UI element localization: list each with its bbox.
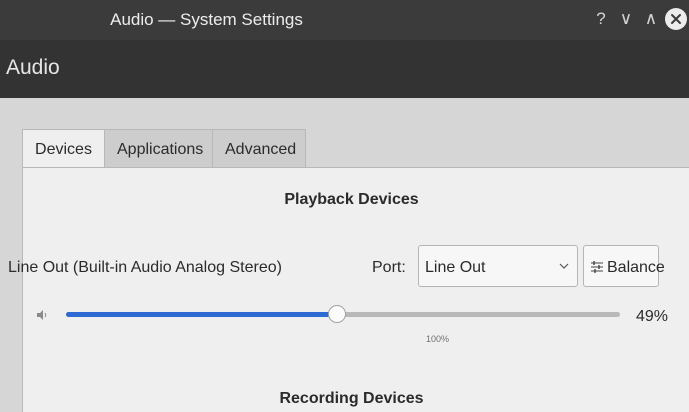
- page-header: Audio: [0, 40, 689, 98]
- playback-device-name: Line Out (Built-in Audio Analog Stereo): [8, 259, 282, 276]
- tab-bar: Devices Applications Advanced: [22, 129, 306, 169]
- playback-devices-heading: Playback Devices: [284, 191, 419, 208]
- recording-devices-heading: Recording Devices: [279, 390, 424, 407]
- sliders-icon: [591, 261, 603, 273]
- tab-devices[interactable]: Devices: [22, 129, 105, 169]
- close-button[interactable]: [665, 8, 687, 30]
- tab-advanced[interactable]: Advanced: [213, 129, 306, 168]
- playback-volume-slider[interactable]: [66, 303, 620, 325]
- slider-handle[interactable]: [328, 305, 346, 323]
- speaker-volume-icon[interactable]: [36, 308, 50, 322]
- close-icon: [671, 14, 681, 24]
- volume-100-mark: 100%: [426, 334, 450, 344]
- window-title: Audio — System Settings: [110, 10, 303, 29]
- page-title: Audio: [6, 56, 60, 79]
- balance-button-label: Balance: [607, 259, 665, 276]
- chevron-down-icon: [559, 263, 569, 269]
- maximize-button[interactable]: ∧: [641, 9, 661, 29]
- port-label: Port:: [372, 259, 406, 276]
- tab-applications[interactable]: Applications: [105, 129, 213, 168]
- window-titlebar: Audio — System Settings ? ∨ ∧: [0, 0, 689, 40]
- port-select-value: Line Out: [425, 259, 486, 276]
- port-select[interactable]: Line Out: [418, 245, 578, 287]
- slider-fill: [66, 312, 337, 317]
- minimize-button[interactable]: ∨: [616, 9, 636, 29]
- balance-button[interactable]: Balance: [583, 245, 665, 287]
- volume-percent: 49%: [636, 308, 669, 325]
- help-button[interactable]: ?: [591, 9, 611, 29]
